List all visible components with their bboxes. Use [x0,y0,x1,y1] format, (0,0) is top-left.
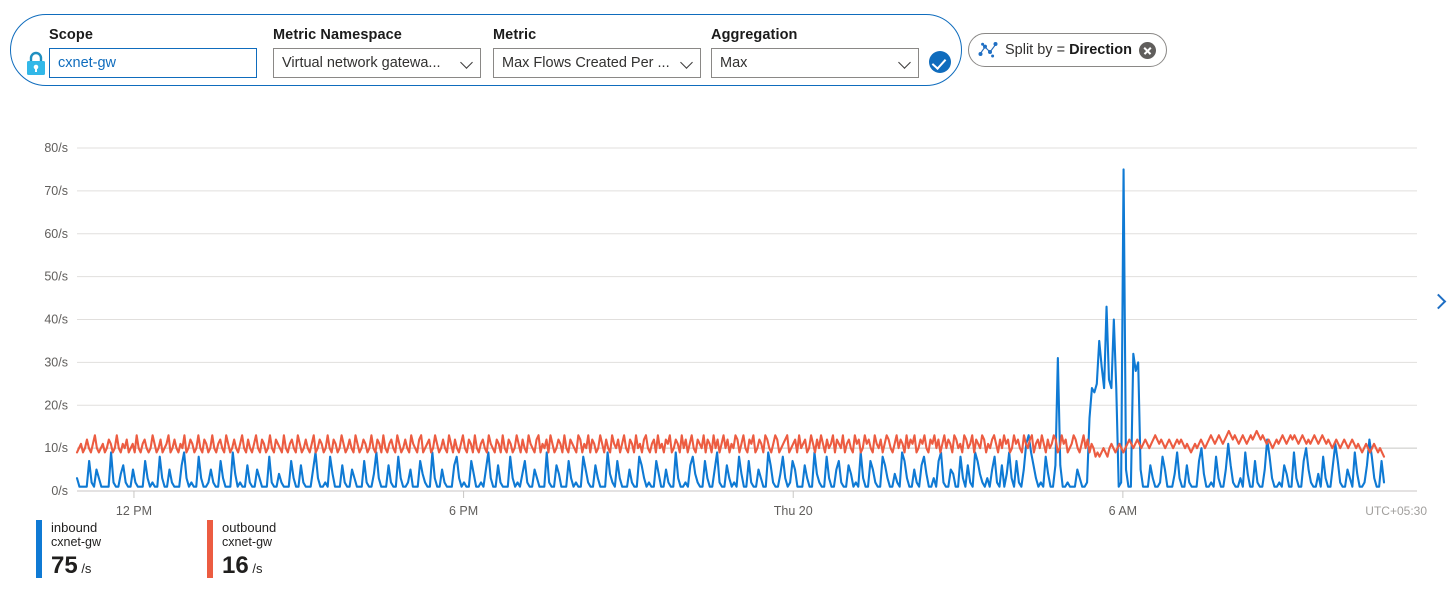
legend-color-swatch [207,520,213,578]
series-line-inbound [77,169,1384,486]
aggregation-value: Max [712,55,747,71]
legend-value: 16 /s [222,551,276,584]
chart-canvas: 0/s 10/s 20/s 30/s 40/s 50/s 60/s 70/s 80/s 12 PM… [0,110,1455,520]
close-icon[interactable] [1139,42,1156,59]
chart-legend: inboundcxnet-gw75 /soutboundcxnet-gw16 /… [36,520,276,584]
y-axis-tick: 30/s [44,355,68,369]
metric-value: Max Flows Created Per ... [494,55,670,71]
y-axis-tick: 20/s [44,398,68,412]
series-line-outbound [77,431,1384,457]
split-by-label: Split by = Direction [1005,42,1132,58]
metrics-chart: 0/s 10/s 20/s 30/s 40/s 50/s 60/s 70/s 80/s 12 PM… [0,110,1455,520]
metric-field: Metric Max Flows Created Per ... [493,27,701,78]
x-axis-tick: 6 PM [449,504,478,518]
y-axis-tick: 0/s [51,484,68,498]
timezone-label: UTC+05:30 [1365,504,1427,518]
scope-label: Scope [49,27,257,44]
metric-select[interactable]: Max Flows Created Per ... [493,48,701,78]
y-axis-tick: 80/s [44,141,68,155]
chevron-down-icon [898,56,911,69]
aggregation-select[interactable]: Max [711,48,919,78]
metric-namespace-field: Metric Namespace Virtual network gatewa.… [273,27,481,78]
legend-resource-name: cxnet-gw [222,535,276,550]
scatter-plot-icon [978,41,998,59]
split-by-value: Direction [1069,42,1132,58]
chevron-down-icon [460,56,473,69]
legend-item[interactable]: inboundcxnet-gw75 /s [36,520,101,584]
chevron-down-icon [680,56,693,69]
y-axis-tick: 60/s [44,227,68,241]
split-by-prefix: Split by = [1005,42,1069,58]
metric-namespace-select[interactable]: Virtual network gatewa... [273,48,481,78]
lock-icon [23,51,49,77]
y-axis-tick: 70/s [44,184,68,198]
scope-value: cxnet-gw [50,55,116,71]
legend-series-name: inbound [51,520,101,535]
legend-unit: /s [249,561,263,576]
x-axis-tick: 6 AM [1109,504,1138,518]
metric-namespace-value: Virtual network gatewa... [274,55,441,71]
aggregation-label: Aggregation [711,27,919,44]
scope-field: Scope cxnet-gw [49,27,257,78]
apply-checkmark-button[interactable] [929,51,951,73]
legend-resource-name: cxnet-gw [51,535,101,550]
y-axis-tick: 10/s [44,441,68,455]
legend-color-swatch [36,520,42,578]
legend-value: 75 /s [51,551,101,584]
y-axis-tick: 50/s [44,270,68,284]
x-axis-tick: Thu 20 [774,504,813,518]
x-axis-tick: 12 PM [116,504,152,518]
split-by-chip[interactable]: Split by = Direction [968,33,1167,67]
metrics-explorer: Scope cxnet-gw Metric Namespace Virtual … [0,0,1455,593]
y-axis-tick: 40/s [44,313,68,327]
metric-label: Metric [493,27,701,44]
metric-namespace-label: Metric Namespace [273,27,481,44]
legend-series-name: outbound [222,520,276,535]
aggregation-field: Aggregation Max [711,27,919,78]
legend-unit: /s [78,561,92,576]
legend-item[interactable]: outboundcxnet-gw16 /s [207,520,276,584]
metric-query-toolbar: Scope cxnet-gw Metric Namespace Virtual … [10,14,962,86]
scope-input[interactable]: cxnet-gw [49,48,257,78]
